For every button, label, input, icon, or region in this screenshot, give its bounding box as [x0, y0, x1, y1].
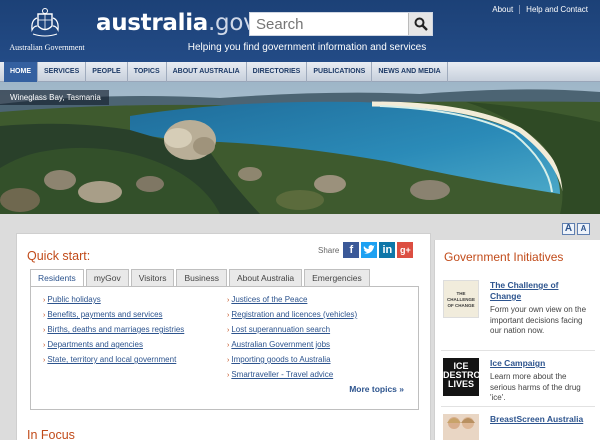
- tab-emergencies[interactable]: Emergencies: [304, 269, 370, 286]
- nav-publications[interactable]: PUBLICATIONS: [307, 62, 373, 82]
- coat-of-arms-icon: [31, 8, 59, 37]
- main-nav: HOME SERVICES PEOPLE TOPICS ABOUT AUSTRA…: [0, 62, 600, 82]
- divider: [441, 350, 595, 351]
- tab-mygov[interactable]: myGov: [85, 269, 129, 286]
- list-item[interactable]: › Lost superannuation search: [227, 325, 357, 340]
- help-contact-link[interactable]: Help and Contact: [519, 5, 594, 14]
- challenge-of-change-thumbnail[interactable]: THE CHALLENGE OF CHANGE: [443, 280, 479, 318]
- ice-campaign-thumbnail[interactable]: ICE DESTROYS LIVES: [443, 358, 493, 396]
- arrow-icon: ›: [43, 327, 46, 334]
- share-label: Share: [318, 245, 340, 255]
- about-link[interactable]: About: [486, 5, 519, 14]
- arrow-icon: ›: [227, 312, 230, 319]
- arrow-icon: ›: [43, 312, 46, 319]
- divider: [441, 406, 595, 407]
- in-focus-title: In Focus: [27, 428, 75, 440]
- ice-thumb-text: ICE DESTROYS LIVES: [443, 361, 493, 389]
- arrow-icon: ›: [43, 357, 46, 364]
- top-links: About Help and Contact: [486, 5, 594, 14]
- nav-news-media[interactable]: NEWS AND MEDIA: [372, 62, 448, 82]
- tab-residents[interactable]: Residents: [30, 269, 84, 287]
- quick-start-tabs: Residents myGov Visitors Business About …: [30, 269, 372, 287]
- initiative-description: Form your own view on the important deci…: [490, 305, 587, 335]
- arrow-icon: ›: [227, 357, 230, 364]
- twitter-icon[interactable]: [361, 242, 378, 258]
- list-item[interactable]: › Justices of the Peace: [227, 295, 357, 310]
- hero-banner: Wineglass Bay, Tasmania: [0, 82, 600, 214]
- font-size-controls: A A: [562, 223, 590, 235]
- quick-start-title: Quick start:: [27, 249, 91, 263]
- tab-business[interactable]: Business: [176, 269, 227, 286]
- search-icon: [414, 17, 428, 31]
- site-name-bold: australia: [96, 10, 209, 36]
- list-item[interactable]: › Smartraveller - Travel advice: [227, 370, 357, 385]
- arrow-icon: ›: [43, 297, 46, 304]
- nav-people[interactable]: PEOPLE: [86, 62, 128, 82]
- list-item[interactable]: › Benefits, payments and services: [43, 310, 184, 325]
- site-header: Australian Government australia.gov.au H…: [0, 0, 600, 62]
- initiative-title[interactable]: Ice Campaign: [490, 358, 590, 369]
- googleplus-icon[interactable]: g+: [397, 242, 414, 258]
- arrow-icon: ›: [227, 342, 230, 349]
- quick-start-panel: Quick start: Share f in g+ Residents myG…: [16, 233, 431, 440]
- tab-about-australia[interactable]: About Australia: [228, 269, 303, 286]
- list-item[interactable]: › Public holidays: [43, 295, 184, 310]
- arrow-icon: ›: [43, 342, 46, 349]
- search-box: [249, 12, 433, 36]
- government-initiatives-panel: Government Initiatives THE CHALLENGE OF …: [434, 240, 600, 440]
- linkedin-icon[interactable]: in: [379, 242, 396, 258]
- list-item[interactable]: › Registration and licences (vehicles): [227, 310, 357, 325]
- list-item[interactable]: › Importing goods to Australia: [227, 355, 357, 370]
- nav-topics[interactable]: TOPICS: [128, 62, 167, 82]
- initiative-title[interactable]: The Challenge of Change: [490, 280, 590, 302]
- list-item[interactable]: › Departments and agencies: [43, 340, 184, 355]
- tagline: Helping you find government information …: [187, 42, 427, 53]
- initiative-title[interactable]: BreastScreen Australia: [490, 414, 590, 425]
- nav-directories[interactable]: DIRECTORIES: [247, 62, 308, 82]
- arrow-icon: ›: [227, 327, 230, 334]
- nav-services[interactable]: SERVICES: [38, 62, 87, 82]
- tab-visitors[interactable]: Visitors: [130, 269, 175, 286]
- list-item[interactable]: › Births, deaths and marriages registries: [43, 325, 184, 340]
- initiative-description: Learn more about the serious harms of th…: [490, 372, 581, 402]
- links-column-2: › Justices of the Peace › Registration and…: [227, 295, 357, 385]
- more-topics-link[interactable]: More topics »: [349, 384, 404, 394]
- search-button[interactable]: [408, 13, 432, 35]
- search-input[interactable]: [250, 13, 408, 35]
- nav-home[interactable]: HOME: [4, 62, 38, 82]
- nav-about-australia[interactable]: ABOUT AUSTRALIA: [167, 62, 247, 82]
- arrow-icon: ›: [227, 297, 230, 304]
- breastscreen-thumbnail[interactable]: [443, 414, 479, 440]
- arrow-icon: ›: [227, 372, 230, 379]
- breastscreen-image: [443, 414, 479, 440]
- hero-caption: Wineglass Bay, Tasmania: [0, 90, 109, 105]
- tab-content: › Public holidays › Benefits, payments and…: [30, 286, 419, 410]
- list-item[interactable]: › State, territory and local government: [43, 355, 184, 370]
- list-item[interactable]: › Australian Government jobs: [227, 340, 357, 355]
- links-column-1: › Public holidays › Benefits, payments and…: [43, 295, 184, 370]
- facebook-icon[interactable]: f: [343, 242, 360, 258]
- font-decrease-button[interactable]: A: [577, 223, 590, 235]
- share-bar: Share f in g+: [318, 242, 414, 258]
- initiatives-title: Government Initiatives: [444, 250, 564, 264]
- challenge-thumb-text: THE CHALLENGE OF CHANGE: [447, 291, 475, 308]
- font-increase-button[interactable]: A: [562, 223, 575, 235]
